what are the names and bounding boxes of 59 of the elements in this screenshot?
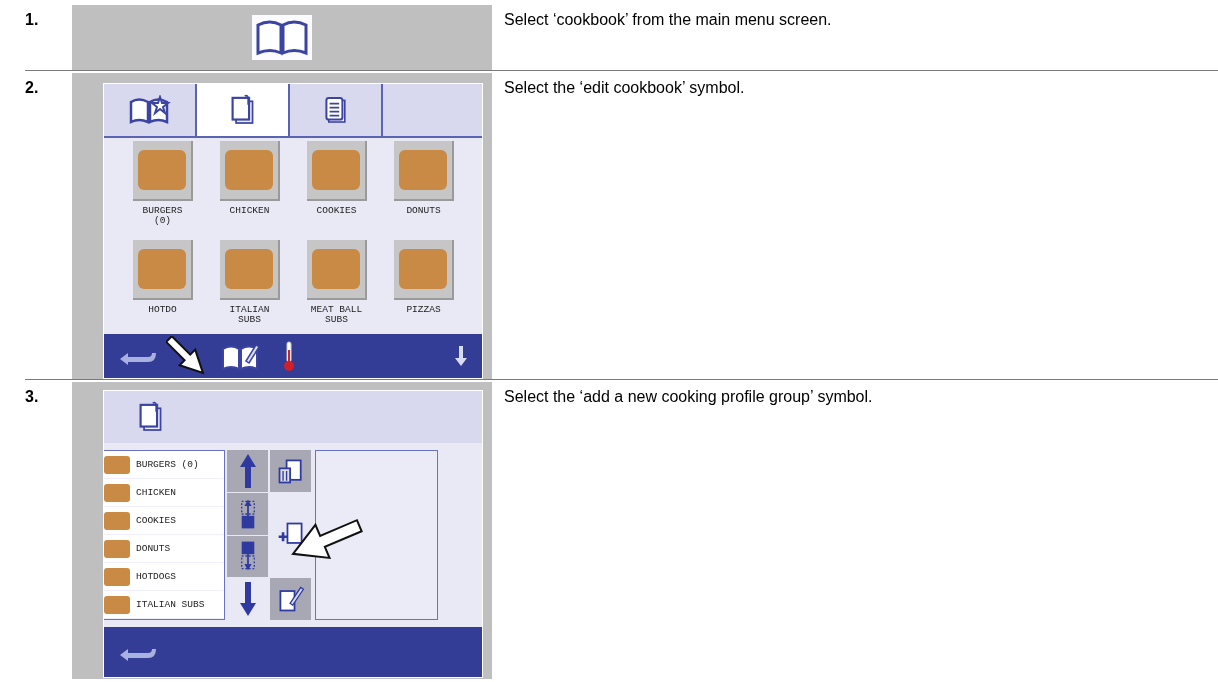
down-arrow-icon [237, 581, 258, 618]
group-item[interactable]: CHICKEN [104, 479, 224, 507]
instruction-text: Select ‘cookbook’ from the main menu screen. [504, 10, 833, 30]
photo-placeholder [311, 248, 360, 289]
book-edit-icon[interactable] [220, 341, 260, 371]
down-arrow-icon[interactable] [454, 345, 468, 367]
category-label: ITALIAN SUBS [228, 304, 271, 325]
photo-placeholder [311, 150, 360, 190]
category-label: DONUTS [405, 206, 442, 216]
category-label: CHICKEN [228, 206, 271, 216]
photo-placeholder [137, 150, 186, 190]
category-tile[interactable] [393, 239, 454, 300]
photo-placeholder [104, 539, 130, 558]
photo-placeholder [224, 248, 273, 289]
category-tile[interactable] [219, 239, 280, 300]
document-icon [323, 94, 348, 126]
tab[interactable] [197, 84, 290, 136]
pointer-arrow [166, 336, 206, 376]
notepad-icon [138, 400, 164, 434]
group-item[interactable]: COOKIES [104, 507, 224, 535]
delete-group-button[interactable] [270, 450, 311, 492]
photo-placeholder [398, 248, 447, 289]
step-number: 3. [25, 387, 40, 407]
step-number: 2. [25, 78, 40, 98]
group-item[interactable]: HOTDOGS [104, 563, 224, 591]
group-item[interactable]: ITALIAN SUBS [104, 591, 224, 619]
category-label: MEAT BALL SUBS [309, 304, 364, 325]
notepad-icon [229, 93, 256, 127]
move-down-button[interactable] [227, 535, 268, 578]
instruction-text: Select the ‘edit cookbook’ symbol. [504, 78, 746, 98]
category-label: PIZZAS [405, 304, 442, 315]
category-tile[interactable] [132, 239, 193, 300]
category-tile[interactable] [132, 141, 193, 201]
photo-placeholder [104, 455, 130, 474]
category-label: BURGERS (0) [141, 206, 184, 226]
photo-placeholder [224, 150, 273, 190]
edit-group-button[interactable] [270, 578, 311, 620]
category-tile[interactable] [306, 141, 367, 201]
move-up-button[interactable] [227, 492, 268, 535]
up-arrow-button[interactable] [227, 450, 268, 492]
book-star-icon [127, 95, 172, 125]
photo-placeholder [398, 150, 447, 190]
group-item[interactable]: BURGERS (0) [104, 451, 224, 479]
thermometer-icon[interactable] [282, 340, 296, 372]
photo-placeholder [104, 483, 130, 502]
category-tile[interactable] [306, 239, 367, 300]
photo-placeholder [104, 511, 130, 530]
category-tile[interactable] [393, 141, 454, 201]
up-arrow-icon [237, 452, 258, 489]
photo-placeholder [104, 567, 130, 586]
photo-placeholder [137, 248, 186, 289]
book-icon [252, 15, 312, 60]
category-tile[interactable] [219, 141, 280, 201]
photo-placeholder [104, 595, 130, 614]
category-label: HOTDO [147, 304, 178, 315]
group-item[interactable]: DONUTS [104, 535, 224, 563]
category-label: COOKIES [315, 206, 358, 216]
step-number: 1. [25, 10, 40, 30]
instruction-text: Select the ‘add a new cooking profile group’ symbol. [504, 387, 874, 407]
